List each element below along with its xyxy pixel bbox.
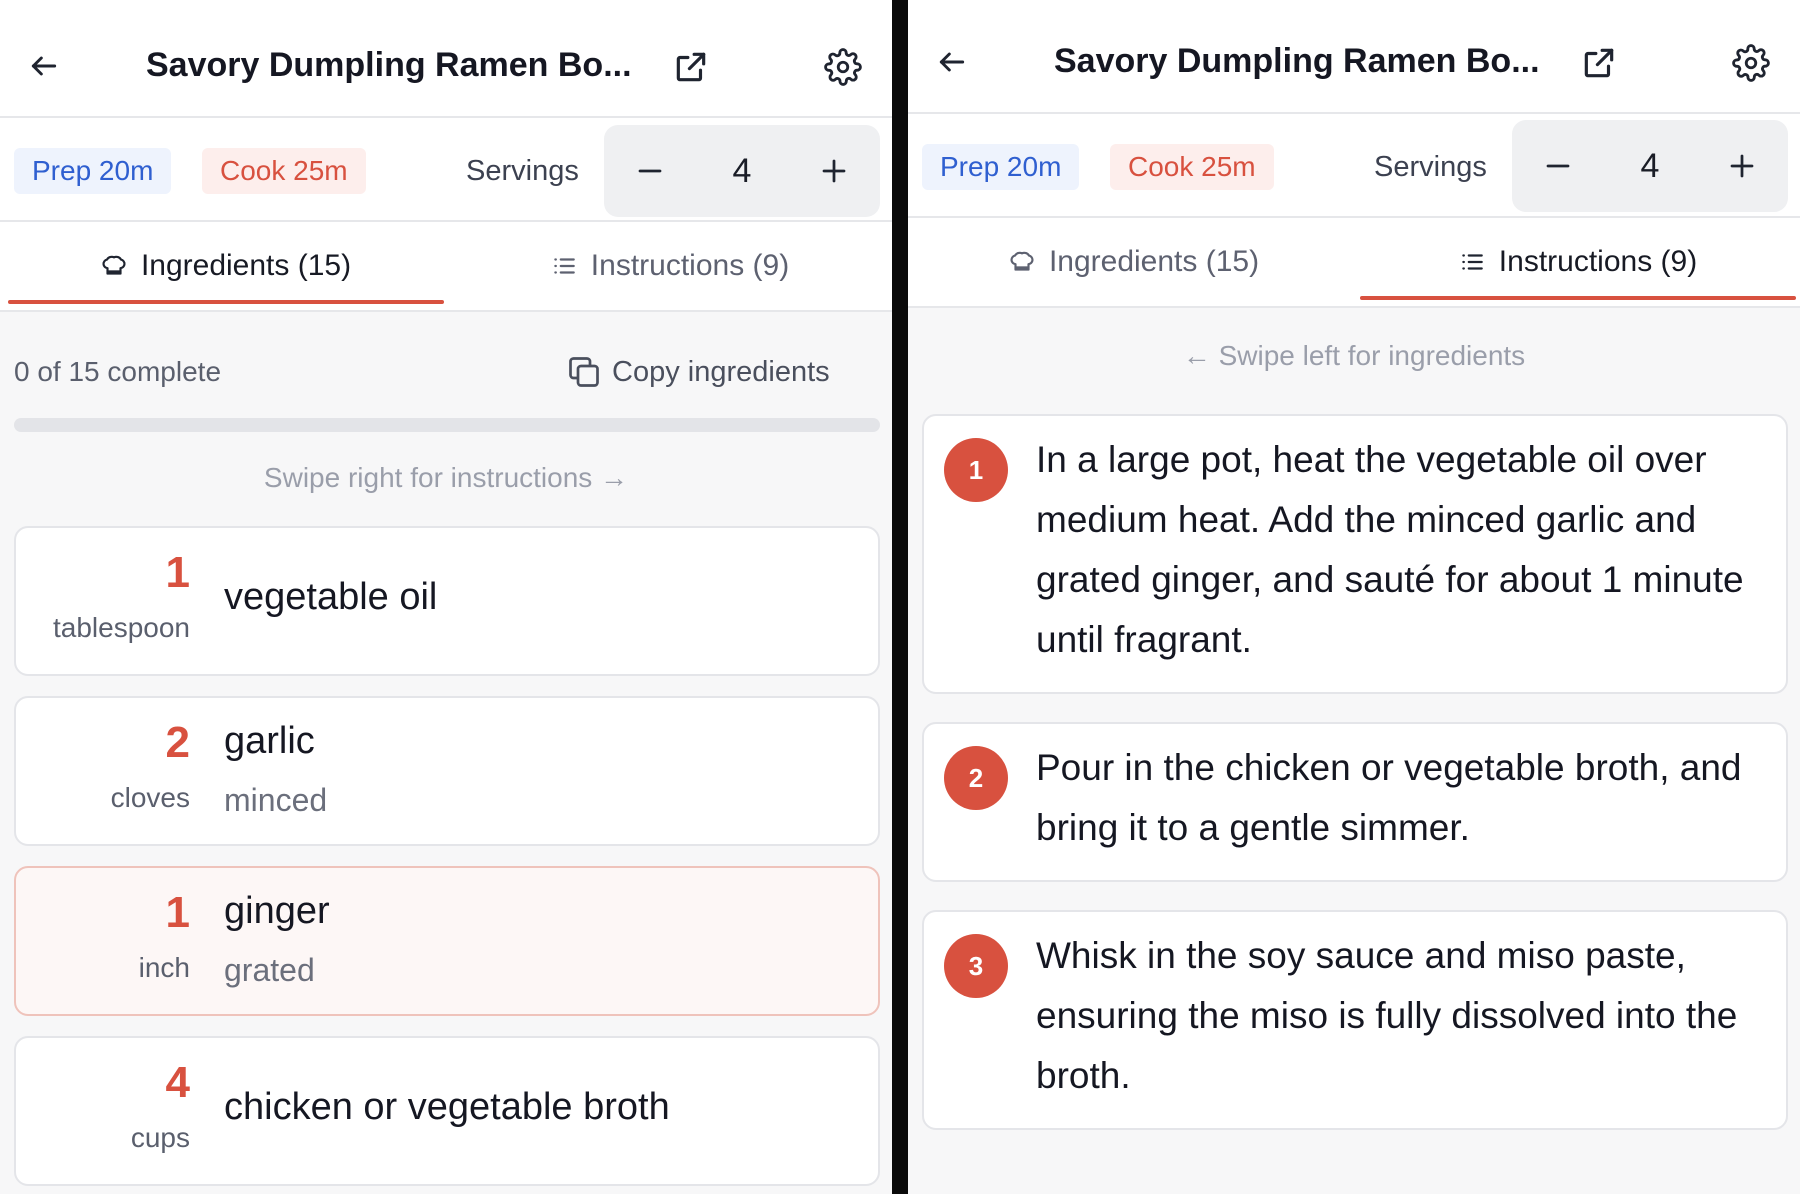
ingredient-item[interactable]: 2 cloves garlic minced [14, 696, 880, 846]
minus-icon [638, 169, 662, 173]
ingredient-item[interactable]: 4 cups chicken or vegetable broth [14, 1036, 880, 1186]
tab-ingredients[interactable]: Ingredients (15) [912, 218, 1356, 306]
chef-hat-icon [102, 255, 126, 275]
cook-time-badge: Cook 25m [1110, 144, 1274, 190]
external-link-icon [1584, 48, 1614, 78]
external-link-icon [676, 52, 706, 82]
decrease-servings-button[interactable] [1512, 120, 1604, 212]
ingredient-quantity: 2 [165, 718, 190, 767]
prep-time-badge: Prep 20m [14, 148, 172, 194]
servings-value: 4 [1640, 147, 1660, 185]
ingredient-unit: tablespoon [52, 612, 190, 643]
step-text: Whisk in the soy sauce and miso paste, e… [1036, 935, 1738, 1096]
plus-icon [1730, 154, 1754, 178]
increase-servings-button[interactable] [1696, 120, 1788, 212]
increase-servings-button[interactable] [788, 125, 880, 217]
ingredient-quantity: 4 [165, 1058, 190, 1107]
tab-ingredients-label: Ingredients (15) [140, 249, 352, 282]
back-button[interactable] [934, 44, 970, 80]
ingredient-item[interactable]: 1 inch ginger grated [14, 866, 880, 1016]
app-header: Savory Dumpling Ramen Bo... [908, 0, 1800, 114]
tab-ingredients-label: Ingredients (15) [1048, 245, 1260, 278]
back-arrow-icon [31, 56, 57, 76]
ingredient-unit: cups [130, 1122, 190, 1153]
step-number-badge: 1 [944, 438, 1008, 502]
settings-button[interactable] [1732, 44, 1770, 82]
chef-hat-icon [1010, 251, 1034, 271]
tab-instructions[interactable]: Instructions (9) [448, 222, 892, 310]
ingredient-unit: inch [138, 952, 190, 983]
list-icon [1462, 254, 1483, 270]
prep-time-badge: Prep 20m [922, 144, 1080, 190]
recipe-meta: Prep 20m Cook 25m Servings 4 [908, 114, 1800, 218]
settings-button[interactable] [824, 48, 862, 86]
ingredient-name: ginger [224, 890, 330, 932]
instruction-step[interactable]: 2 Pour in the chicken or vegetable broth… [922, 722, 1788, 882]
ingredient-quantity: 1 [165, 888, 190, 937]
step-number-badge: 2 [944, 746, 1008, 810]
servings-label: Servings [1374, 151, 1487, 183]
copy-ingredients-label: Copy ingredients [612, 355, 830, 388]
open-external-button[interactable] [1580, 44, 1618, 82]
swipe-hint: Swipe right for instructions → [263, 462, 629, 493]
minus-icon [1546, 164, 1570, 168]
ingredient-name: chicken or vegetable broth [224, 1086, 670, 1128]
instruction-step[interactable]: 1 In a large pot, heat the vegetable oil… [922, 414, 1788, 694]
servings-label: Servings [466, 155, 579, 187]
tab-instructions-label: Instructions (9) [1498, 245, 1698, 278]
list-icon [554, 258, 575, 274]
ingredient-name: garlic [224, 720, 315, 762]
instruction-step[interactable]: 3 Whisk in the soy sauce and miso paste,… [922, 910, 1788, 1130]
servings-value: 4 [732, 152, 752, 190]
ingredient-unit: cloves [110, 782, 190, 813]
ingredient-note: minced [224, 782, 328, 818]
screen-divider [892, 0, 908, 1194]
recipe-meta: Prep 20m Cook 25m Servings 4 [0, 118, 892, 222]
swipe-hint: ← Swipe left for ingredients [1182, 340, 1526, 371]
copy-ingredients-button[interactable]: Copy ingredients [566, 354, 830, 390]
copy-icon [569, 357, 599, 387]
tab-instructions[interactable]: Instructions (9) [1356, 218, 1800, 306]
tab-bar: Ingredients (15) Instructions (9) [0, 222, 892, 312]
servings-stepper: 4 [604, 125, 880, 217]
progress-bar [14, 418, 880, 432]
step-number-badge: 3 [944, 934, 1008, 998]
back-arrow-icon [939, 52, 965, 72]
app-header: Savory Dumpling Ramen Bo... [0, 0, 892, 118]
plus-icon [822, 159, 846, 183]
gear-icon [1732, 44, 1770, 82]
servings-stepper: 4 [1512, 120, 1788, 212]
ingredients-screen: Savory Dumpling Ramen Bo... Prep 20m Coo… [0, 0, 892, 1194]
ingredient-quantity: 1 [165, 548, 190, 597]
cook-time-badge: Cook 25m [202, 148, 366, 194]
page-title: Savory Dumpling Ramen Bo... [146, 46, 632, 84]
tab-bar: Ingredients (15) Instructions (9) [908, 218, 1800, 308]
ingredient-note: grated [224, 952, 315, 988]
page-title: Savory Dumpling Ramen Bo... [1054, 42, 1540, 80]
ingredient-item[interactable]: 1 tablespoon vegetable oil [14, 526, 880, 676]
ingredient-name: vegetable oil [224, 576, 438, 618]
gear-icon [824, 48, 862, 86]
tab-instructions-label: Instructions (9) [590, 249, 790, 282]
instructions-screen: Savory Dumpling Ramen Bo... Prep 20m Coo… [908, 0, 1800, 1194]
open-external-button[interactable] [672, 48, 710, 86]
back-button[interactable] [26, 48, 62, 84]
step-text: In a large pot, heat the vegetable oil o… [1036, 439, 1744, 660]
tab-ingredients[interactable]: Ingredients (15) [4, 222, 448, 310]
step-text: Pour in the chicken or vegetable broth, … [1036, 747, 1742, 848]
decrease-servings-button[interactable] [604, 125, 696, 217]
progress-label: 0 of 15 complete [14, 356, 222, 387]
